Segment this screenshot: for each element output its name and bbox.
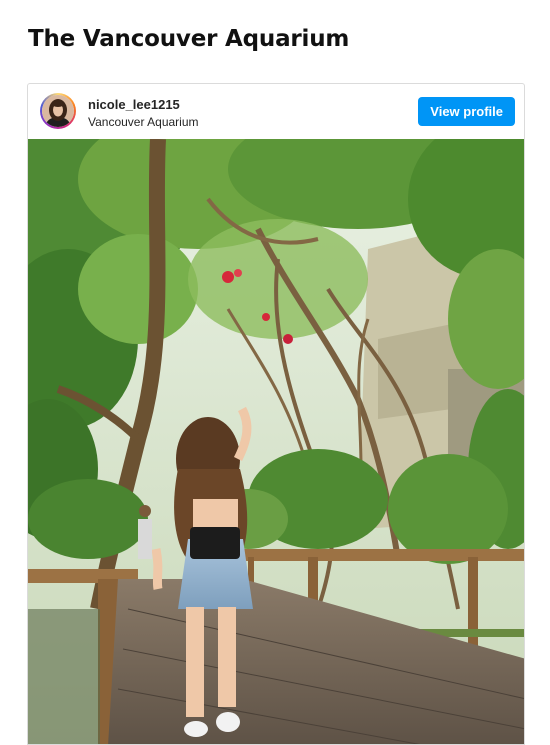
view-profile-button[interactable]: View profile: [418, 97, 515, 126]
post-photo[interactable]: [28, 139, 524, 744]
location-link[interactable]: Vancouver Aquarium: [88, 115, 199, 129]
avatar[interactable]: [42, 95, 74, 127]
page-title: The Vancouver Aquarium: [28, 26, 350, 52]
avatar-ring[interactable]: [40, 93, 76, 129]
post-header: nicole_lee1215 Vancouver Aquarium View p…: [28, 84, 524, 139]
instagram-embed-card: nicole_lee1215 Vancouver Aquarium View p…: [27, 83, 525, 745]
username[interactable]: nicole_lee1215: [88, 97, 180, 112]
